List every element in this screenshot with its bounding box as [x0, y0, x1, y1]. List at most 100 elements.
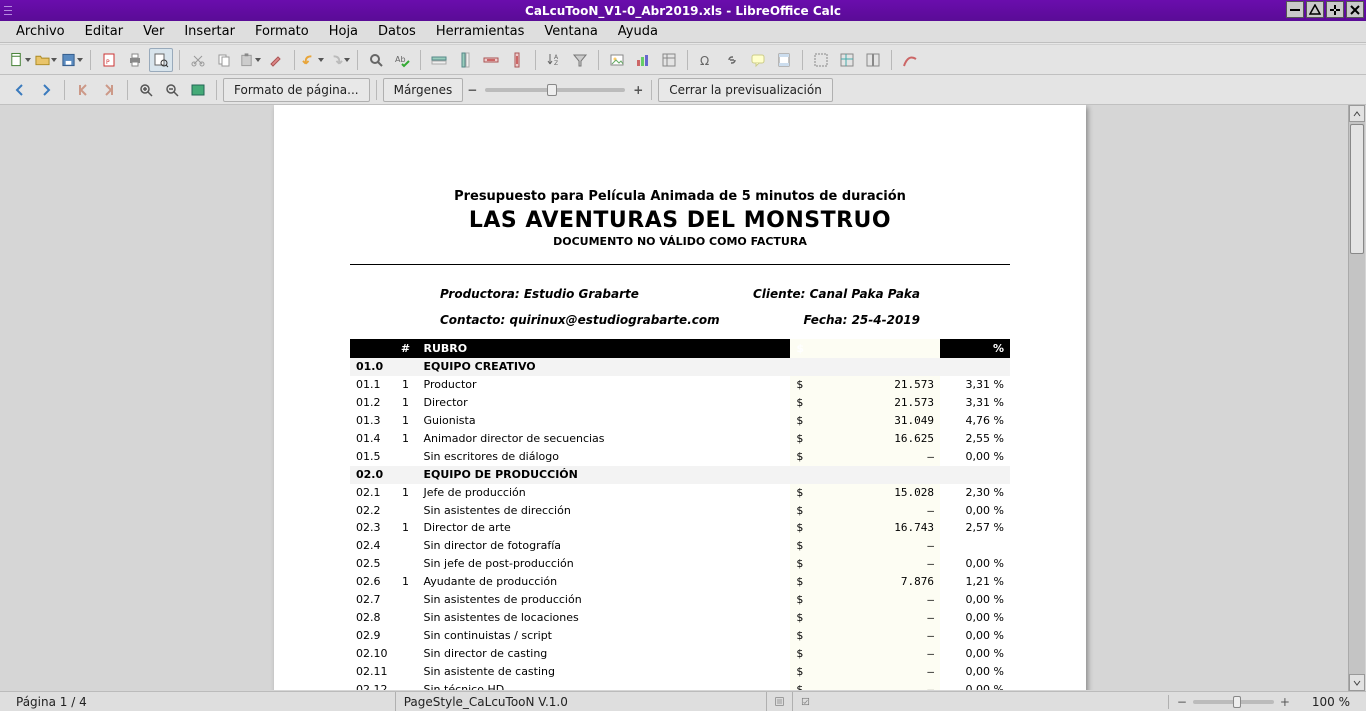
zoom-in-button[interactable] [134, 78, 158, 102]
search-icon [368, 52, 384, 68]
zoom-out-button[interactable] [160, 78, 184, 102]
menu-item-archivo[interactable]: Archivo [6, 22, 75, 41]
menu-item-editar[interactable]: Editar [75, 22, 134, 41]
find-replace-button[interactable] [364, 48, 388, 72]
toolbar-separator [598, 50, 599, 70]
delete-row-button[interactable] [479, 48, 503, 72]
insert-comment-button[interactable] [746, 48, 770, 72]
menu-item-herramientas[interactable]: Herramientas [426, 22, 535, 41]
status-page: Página 1 / 4 [8, 695, 95, 709]
window-restore-button[interactable] [1306, 1, 1324, 18]
menu-item-ayuda[interactable]: Ayuda [608, 22, 668, 41]
zoom-slider[interactable]: − + [1168, 695, 1298, 709]
first-page-button[interactable] [71, 78, 95, 102]
spellcheck-button[interactable]: Ab [390, 48, 414, 72]
close-preview-button[interactable]: Cerrar la previsualización [658, 78, 833, 102]
vertical-scrollbar[interactable] [1348, 105, 1365, 691]
previous-page-button[interactable] [8, 78, 32, 102]
cell-amount: 15.028 [810, 484, 940, 502]
save-button[interactable] [60, 48, 84, 72]
insert-chart-button[interactable] [631, 48, 655, 72]
margins-button[interactable]: Márgenes [383, 78, 464, 102]
redo-button[interactable] [327, 48, 351, 72]
cell-percent [940, 466, 1010, 484]
paste-button[interactable] [238, 48, 262, 72]
cell-currency: $ [790, 376, 810, 394]
full-screen-button[interactable] [186, 78, 210, 102]
copy-button[interactable] [212, 48, 236, 72]
zoom-percent[interactable]: 100 % [1304, 695, 1358, 709]
print-button[interactable] [123, 48, 147, 72]
cut-button[interactable] [186, 48, 210, 72]
menu-item-datos[interactable]: Datos [368, 22, 426, 41]
undo-button[interactable] [301, 48, 325, 72]
cell-idx: 02.3 [350, 519, 394, 537]
cell-currency: $ [790, 412, 810, 430]
headers-footers-button[interactable] [772, 48, 796, 72]
insert-image-button[interactable] [605, 48, 629, 72]
open-document-button[interactable] [34, 48, 58, 72]
zoom-plus-button[interactable]: + [1280, 695, 1290, 709]
contacto-cell: Contacto: quirinux@estudiograbarte.com [440, 313, 720, 327]
show-draw-functions-button[interactable] [898, 48, 922, 72]
scale-plus-button[interactable]: + [631, 83, 645, 97]
zoom-track[interactable] [1193, 700, 1274, 704]
scale-minus-button[interactable]: − [465, 83, 479, 97]
export-pdf-button[interactable]: P [97, 48, 121, 72]
cell-currency: $ [790, 663, 810, 681]
autofilter-button[interactable] [568, 48, 592, 72]
clone-formatting-button[interactable] [264, 48, 288, 72]
menu-item-formato[interactable]: Formato [245, 22, 319, 41]
insert-special-char-button[interactable]: Ω [694, 48, 718, 72]
define-print-area-button[interactable] [809, 48, 833, 72]
budget-table: # RUBRO $ % 01.0EQUIPO CREATIVO01.11Prod… [350, 339, 1010, 690]
scale-track[interactable] [485, 88, 625, 92]
page-format-button[interactable]: Formato de página... [223, 78, 370, 102]
split-icon [865, 52, 881, 68]
insert-column-button[interactable] [453, 48, 477, 72]
cell-currency: $ [790, 430, 810, 448]
menu-item-ver[interactable]: Ver [133, 22, 174, 41]
zoom-thumb[interactable] [1233, 696, 1241, 708]
insert-pivot-button[interactable] [657, 48, 681, 72]
draw-icon [902, 52, 918, 68]
scroll-thumb[interactable] [1350, 124, 1364, 254]
preview-canvas[interactable]: Presupuesto para Película Animada de 5 m… [0, 105, 1348, 690]
sort-button[interactable]: AZ [542, 48, 566, 72]
scissors-icon [190, 52, 206, 68]
split-window-button[interactable] [861, 48, 885, 72]
new-document-button[interactable] [8, 48, 32, 72]
status-selection-mode[interactable] [766, 692, 792, 711]
scale-thumb[interactable] [547, 84, 557, 96]
next-page-button[interactable] [34, 78, 58, 102]
scroll-track[interactable] [1349, 122, 1365, 674]
last-page-button[interactable] [97, 78, 121, 102]
scroll-down-button[interactable] [1349, 674, 1365, 691]
svg-text:P: P [106, 59, 110, 66]
freeze-panes-button[interactable] [835, 48, 859, 72]
cell-currency: $ [790, 519, 810, 537]
del-col-icon [509, 52, 525, 68]
delete-column-button[interactable] [505, 48, 529, 72]
menu-item-insertar[interactable]: Insertar [174, 22, 245, 41]
cell-percent: 0,00 % [940, 448, 1010, 466]
window-maximize-button[interactable] [1326, 1, 1344, 18]
freeze-icon [839, 52, 855, 68]
status-signature[interactable] [792, 692, 818, 711]
menu-item-ventana[interactable]: Ventana [534, 22, 607, 41]
cell-qty: 1 [394, 376, 418, 394]
zoom-minus-button[interactable]: − [1177, 695, 1187, 709]
table-row: 01.0EQUIPO CREATIVO [350, 358, 1010, 376]
productora-cell: Productora: Estudio Grabarte [440, 287, 639, 301]
cell-percent [940, 358, 1010, 376]
window-minimize-button[interactable] [1286, 1, 1304, 18]
scroll-up-button[interactable] [1349, 105, 1365, 122]
insert-hyperlink-button[interactable] [720, 48, 744, 72]
insert-row-button[interactable] [427, 48, 451, 72]
fecha-cell: Fecha: 25-4-2019 [803, 313, 920, 327]
scaling-slider[interactable]: − + [465, 83, 645, 97]
cell-currency: $ [790, 645, 810, 663]
print-preview-button[interactable] [149, 48, 173, 72]
window-close-button[interactable] [1346, 1, 1364, 18]
menu-item-hoja[interactable]: Hoja [319, 22, 368, 41]
